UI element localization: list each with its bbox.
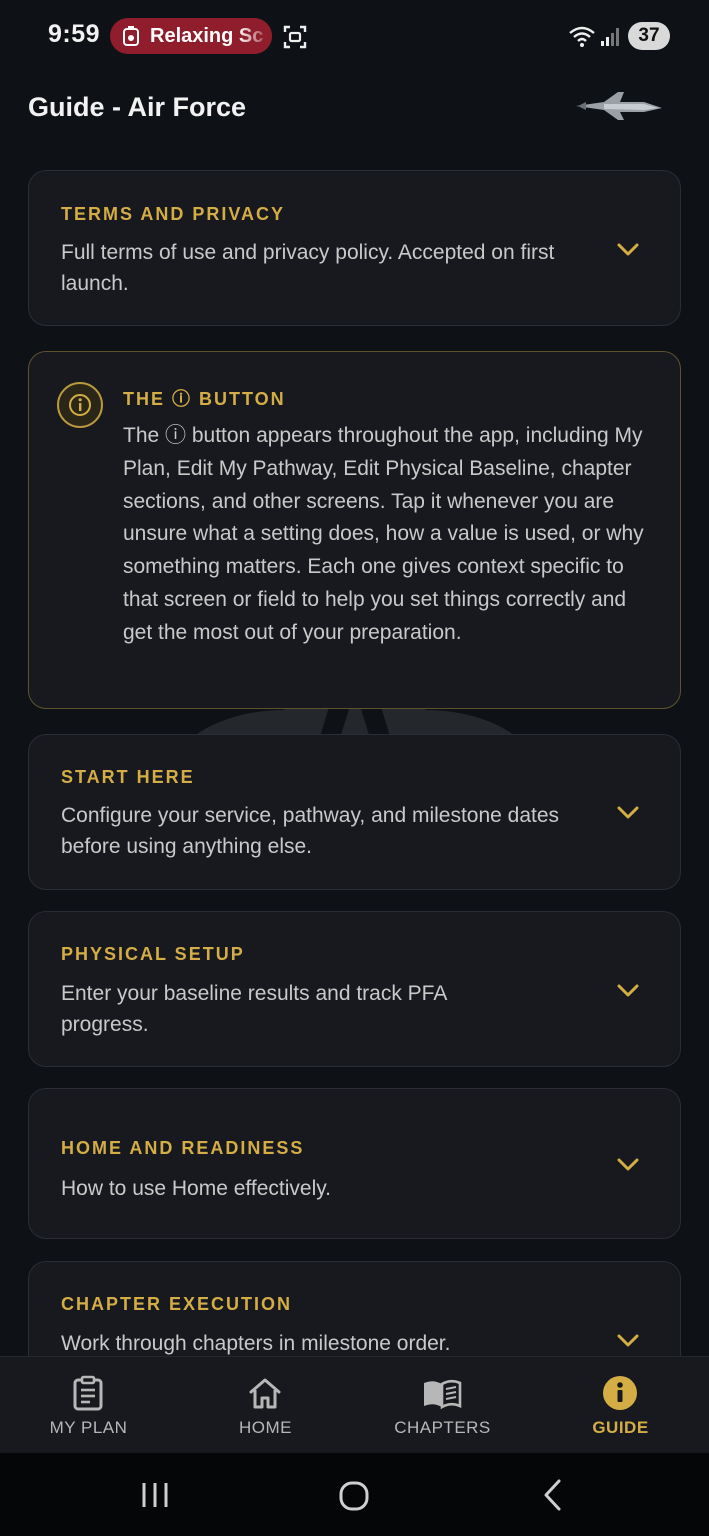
physical-setup-card[interactable]: PHYSICAL SETUP Enter your baseline resul…: [28, 911, 681, 1067]
nav-home[interactable]: HOME: [177, 1357, 354, 1454]
status-time: 9:59: [48, 20, 101, 48]
chevron-down-icon[interactable]: [616, 805, 640, 821]
terms-and-privacy-card[interactable]: TERMS AND PRIVACY Full terms of use and …: [28, 170, 681, 326]
card-title: TERMS AND PRIVACY: [61, 204, 286, 224]
bottom-navigation: MY PLAN HOME CHAPTERS GUIDE: [0, 1356, 709, 1453]
guide-screen: 9:59 Relaxing Sc 37 Guide - Air Force TE…: [0, 0, 709, 1536]
home-button-icon[interactable]: [334, 1475, 374, 1515]
nav-guide[interactable]: GUIDE: [532, 1357, 709, 1454]
book-icon: [424, 1379, 462, 1410]
media-playing-pill[interactable]: Relaxing Sc: [110, 18, 272, 54]
screenshot-icon: [283, 25, 307, 49]
status-bar: 9:59 Relaxing Sc 37: [0, 0, 709, 72]
info-icon: [603, 1376, 637, 1410]
home-and-readiness-card[interactable]: HOME AND READINESS How to use Home effec…: [28, 1088, 681, 1239]
recent-apps-icon[interactable]: [138, 1475, 172, 1515]
clipboard-icon: [73, 1375, 103, 1411]
card-title: PHYSICAL SETUP: [61, 944, 245, 964]
card-description: How to use Home effectively.: [61, 1177, 332, 1200]
nav-label: HOME: [239, 1418, 292, 1437]
nav-my-plan[interactable]: MY PLAN: [0, 1357, 177, 1454]
system-navigation-bar: [0, 1453, 709, 1536]
nav-label: GUIDE: [592, 1418, 649, 1437]
back-icon[interactable]: [538, 1475, 568, 1515]
chevron-down-icon[interactable]: [616, 1157, 640, 1173]
nav-label: MY PLAN: [49, 1418, 128, 1437]
card-description: Work through chapters in milestone order…: [61, 1332, 451, 1355]
info-button-card: THE ⓘ BUTTON The ⓘ button appears throug…: [28, 351, 681, 709]
card-description: The ⓘ button appears throughout the app,…: [123, 424, 644, 644]
nav-chapters[interactable]: CHAPTERS: [354, 1357, 531, 1454]
start-here-card[interactable]: START HERE Configure your service, pathw…: [28, 734, 681, 890]
home-icon: [249, 1378, 281, 1409]
media-icon: [123, 26, 139, 46]
fighter-jet-icon: [576, 92, 662, 120]
card-title: CHAPTER EXECUTION: [61, 1294, 293, 1314]
nav-label: CHAPTERS: [394, 1418, 491, 1437]
info-icon: [57, 382, 103, 428]
page-title: Guide - Air Force: [28, 92, 247, 122]
chevron-down-icon[interactable]: [616, 1333, 640, 1349]
card-title: HOME AND READINESS: [61, 1138, 305, 1158]
card-description: Full terms of use and privacy policy. Ac…: [61, 241, 555, 295]
chevron-down-icon[interactable]: [616, 983, 640, 999]
media-label: Relaxing Sc: [150, 24, 264, 47]
wifi-icon: [569, 26, 595, 47]
card-description: Configure your service, pathway, and mil…: [61, 804, 560, 858]
card-description: Enter your baseline results and track PF…: [61, 982, 447, 1036]
card-title: THE ⓘ BUTTON: [123, 389, 286, 409]
battery-indicator: 37: [628, 22, 670, 50]
signal-icon: [601, 28, 619, 46]
card-title: START HERE: [61, 767, 195, 787]
chevron-down-icon[interactable]: [616, 242, 640, 258]
